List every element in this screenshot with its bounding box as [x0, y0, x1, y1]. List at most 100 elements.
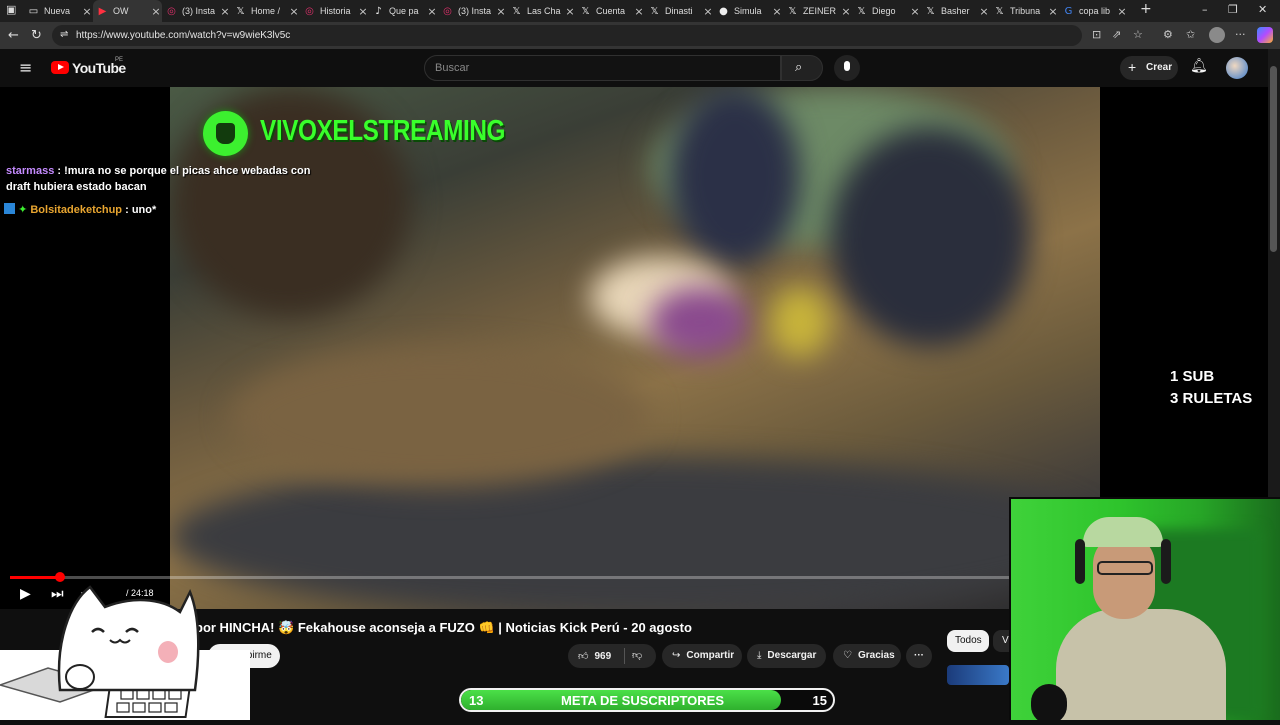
sub-reward-line1: 1 SUB	[1170, 368, 1215, 385]
browser-tab[interactable]: 𝕏 Basher ×	[921, 0, 990, 22]
browser-tab[interactable]: ◎ (3) Insta ×	[438, 0, 507, 22]
browser-tab[interactable]: ● Simula ×	[714, 0, 783, 22]
play-icon[interactable]: ▶	[20, 586, 31, 602]
recommended-thumbnail[interactable]	[947, 665, 1009, 685]
favorite-star-icon[interactable]: ☆	[1133, 28, 1143, 41]
browser-tab[interactable]: Gcopa lib ×	[1059, 0, 1128, 22]
site-info-icon[interactable]: ⇌	[60, 29, 68, 40]
instagram-icon: ◎	[443, 5, 452, 17]
share-icon: ↪	[672, 650, 681, 661]
browser-tab[interactable]: 𝕏 ZEINER ×	[783, 0, 852, 22]
browser-tab-bar: ▣ ▭ Nueva × ▶ OW × ◎ (3) Insta × 𝕏 Home / × ◎ Histori…	[0, 0, 1280, 22]
share-label: Compartir	[686, 650, 735, 661]
browser-tab[interactable]: ▶ OW ×	[93, 0, 162, 22]
tab-icon: ▭	[28, 5, 39, 17]
browser-tab[interactable]: 𝕏 Diego ×	[852, 0, 921, 22]
share-button[interactable]: ↪ Compartir	[662, 644, 742, 668]
tab-actions-icon[interactable]: ▣	[6, 3, 16, 16]
close-tab-icon[interactable]: ×	[633, 5, 645, 18]
download-label: Descargar	[767, 650, 817, 661]
close-tab-icon[interactable]: ×	[426, 5, 438, 18]
create-button[interactable]: + Crear	[1120, 56, 1178, 80]
close-tab-icon[interactable]: ×	[150, 5, 162, 18]
x-icon: 𝕏	[512, 5, 521, 17]
like-count[interactable]: 969	[594, 651, 611, 662]
close-tab-icon[interactable]: ×	[81, 5, 93, 18]
site-icon: ●	[719, 5, 728, 17]
menu-icon[interactable]: ≡	[19, 58, 32, 77]
close-tab-icon[interactable]: ×	[1047, 5, 1059, 18]
chip-all[interactable]: Todos	[947, 630, 989, 652]
x-icon: 𝕏	[788, 5, 797, 17]
dislike-icon[interactable]: 👎︎	[632, 649, 642, 661]
browser-tab[interactable]: 𝕏 Dinasti ×	[645, 0, 714, 22]
thanks-icon: ♡	[843, 650, 852, 661]
url-field[interactable]: ⇌ https://www.youtube.com/watch?v=w9wieK…	[52, 25, 1082, 46]
notifications-bell-icon[interactable]: 🔔︎	[1190, 58, 1208, 74]
copilot-icon[interactable]	[1257, 27, 1273, 43]
video-scrubber-handle[interactable]	[55, 572, 65, 582]
headphones	[1075, 539, 1085, 584]
search-input[interactable]: Buscar	[424, 55, 781, 81]
favorites-icon[interactable]: ✩	[1186, 28, 1195, 41]
back-icon[interactable]: ←	[8, 28, 19, 43]
browser-tab[interactable]: 𝕏 Las Cha ×	[507, 0, 576, 22]
like-icon[interactable]: 👍︎	[578, 651, 588, 662]
scrollbar-thumb[interactable]	[1270, 66, 1277, 252]
microphone	[1031, 684, 1067, 720]
x-icon: 𝕏	[236, 5, 245, 17]
minimize-icon[interactable]: –	[1202, 3, 1208, 16]
video-title: por HINCHA! 🤯 Fekahouse aconseja a FUZO …	[195, 620, 692, 635]
browser-tab-label: Historia	[320, 6, 351, 16]
youtube-logo-icon[interactable]	[51, 61, 69, 74]
close-tab-icon[interactable]: ×	[909, 5, 921, 18]
more-icon: ···	[914, 650, 924, 661]
browser-tab[interactable]: 𝕏 Cuenta ×	[576, 0, 645, 22]
new-tab-icon[interactable]: +	[1140, 1, 1152, 17]
close-tab-icon[interactable]: ×	[564, 5, 576, 18]
browser-tab[interactable]: ▭ Nueva ×	[24, 0, 93, 22]
close-tab-icon[interactable]: ×	[1116, 5, 1128, 18]
close-tab-icon[interactable]: ×	[219, 5, 231, 18]
thanks-button[interactable]: ♡ Gracias	[833, 644, 901, 668]
chat-text: : uno*	[125, 204, 157, 216]
browser-menu-icon[interactable]: ···	[1235, 28, 1246, 41]
extensions-icon[interactable]: ⚙	[1163, 28, 1173, 41]
translate-icon[interactable]: ⊡	[1092, 28, 1101, 41]
download-button[interactable]: ⤓ Descargar	[747, 644, 826, 668]
badge-icon	[4, 203, 15, 214]
region-code: PE	[115, 57, 124, 63]
more-actions-button[interactable]: ···	[906, 644, 932, 668]
chat-user: Bolsitadeketchup	[30, 204, 123, 216]
close-tab-icon[interactable]: ×	[771, 5, 783, 18]
close-tab-icon[interactable]: ×	[495, 5, 507, 18]
profile-avatar[interactable]	[1209, 27, 1225, 43]
restore-icon[interactable]: ❐	[1228, 3, 1238, 16]
close-tab-icon[interactable]: ×	[978, 5, 990, 18]
browser-tab[interactable]: 𝕏 Tribuna ×	[990, 0, 1059, 22]
browser-tab-label: (3) Insta	[182, 6, 216, 16]
create-label: Crear	[1146, 62, 1173, 73]
browser-tab[interactable]: ♪ Que pa ×	[369, 0, 438, 22]
search-button[interactable]: ⌕	[781, 55, 823, 81]
browser-tab[interactable]: 𝕏 Home / ×	[231, 0, 300, 22]
browser-tab-label: Dinasti	[665, 6, 693, 16]
account-avatar[interactable]	[1226, 57, 1248, 79]
close-tab-icon[interactable]: ×	[840, 5, 852, 18]
reload-icon[interactable]: ↻	[31, 28, 42, 43]
browser-tab-label: Basher	[941, 6, 970, 16]
close-window-icon[interactable]: ✕	[1258, 3, 1267, 16]
close-tab-icon[interactable]: ×	[288, 5, 300, 18]
voice-search-button[interactable]	[834, 55, 860, 81]
video-progress-bar[interactable]	[10, 576, 1010, 579]
browser-tab[interactable]: ◎ Historia ×	[300, 0, 369, 22]
close-tab-icon[interactable]: ×	[702, 5, 714, 18]
browser-tab-label: copa lib	[1079, 6, 1111, 16]
stream-brand-text: VIVOXELSTREAMING	[260, 115, 506, 147]
browser-tab[interactable]: ◎ (3) Insta ×	[162, 0, 231, 22]
open-app-icon[interactable]: ⇗	[1112, 28, 1121, 41]
bongo-cat-body	[57, 585, 200, 692]
youtube-header: ≡ YouTube PE Buscar ⌕ + Crear 🔔︎	[0, 49, 1268, 87]
close-tab-icon[interactable]: ×	[357, 5, 369, 18]
thanks-label: Gracias	[857, 650, 895, 661]
